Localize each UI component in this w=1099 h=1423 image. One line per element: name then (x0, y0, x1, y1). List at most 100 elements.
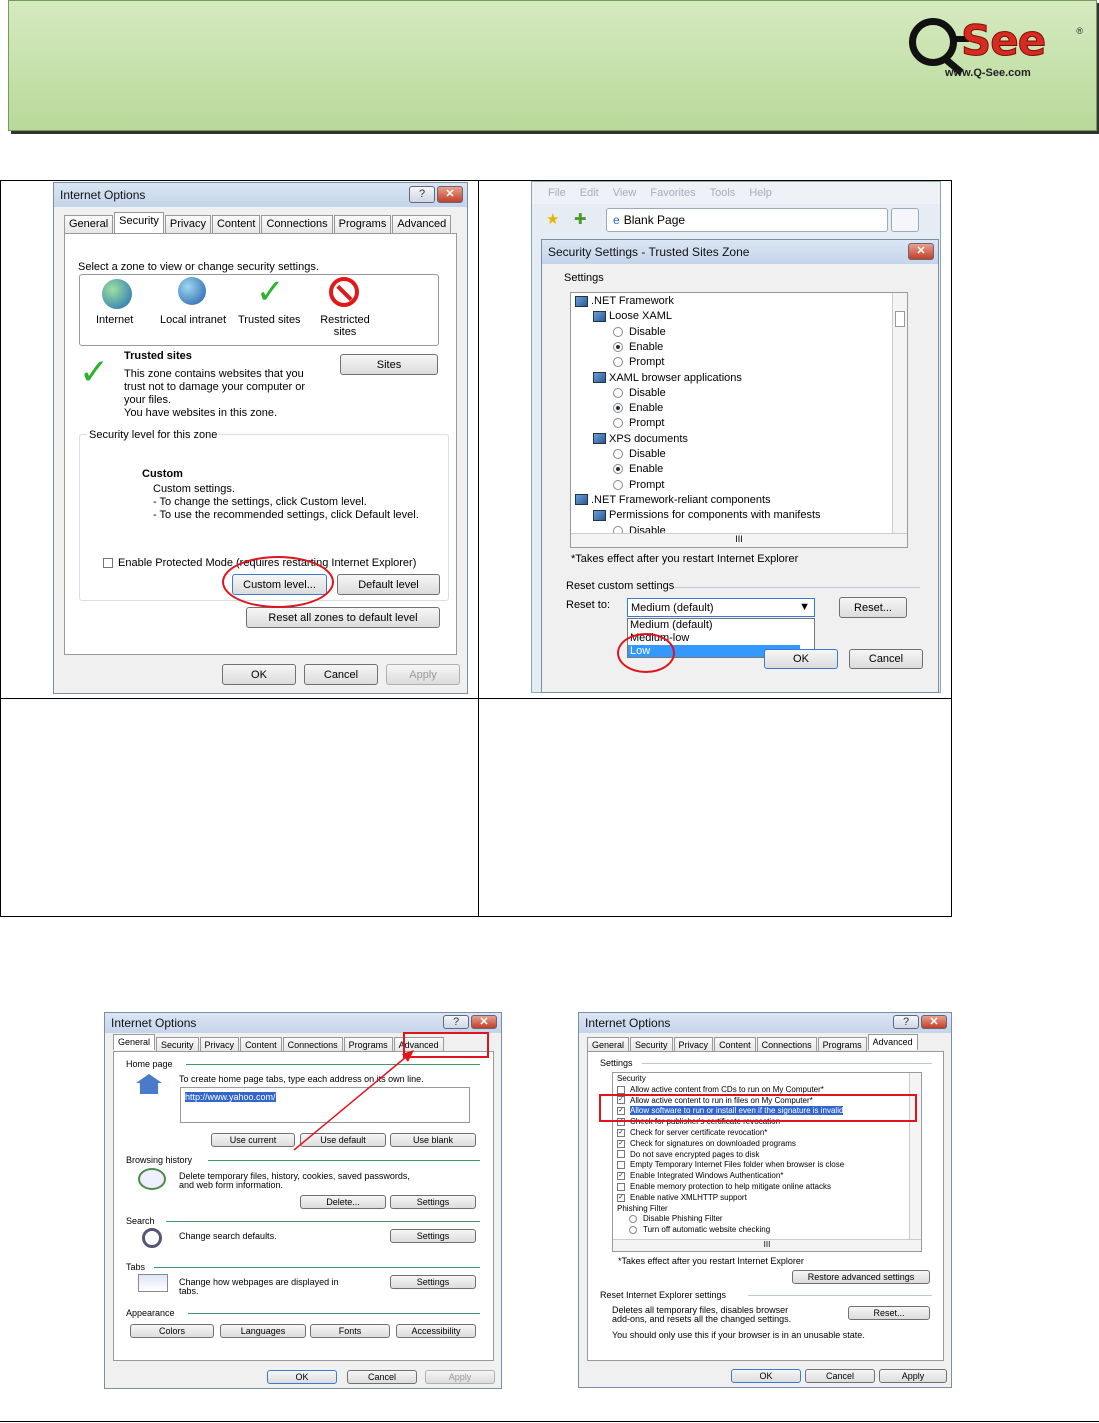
tab-privacy[interactable]: Privacy (164, 215, 211, 233)
help-icon[interactable]: ? (893, 1015, 919, 1029)
default-level-button[interactable]: Default level (337, 574, 440, 595)
zone-internet[interactable]: Internet (96, 314, 133, 326)
close-icon[interactable]: ✕ (437, 186, 463, 203)
new-tab-button[interactable] (891, 208, 919, 232)
close-icon[interactable]: ✕ (921, 1015, 947, 1029)
ok-button[interactable]: OK (764, 649, 838, 669)
scroll-thumb[interactable] (895, 311, 905, 327)
zone-trusted-sites[interactable]: Trusted sites (238, 314, 301, 326)
tab-privacy[interactable]: Privacy (199, 1037, 240, 1051)
colors-button[interactable]: Colors (130, 1324, 214, 1338)
setting-checkbox[interactable]: Enable memory protection to help mitigat… (617, 1182, 913, 1191)
vertical-scrollbar[interactable] (892, 293, 907, 533)
zone-local-intranet[interactable]: Local intranet (160, 314, 226, 326)
tab-general[interactable]: General (113, 1034, 156, 1050)
radio-option[interactable]: Prompt (613, 417, 664, 429)
menu-edit[interactable]: Edit (580, 187, 599, 204)
reset-level-select[interactable]: Medium (default) ▼ (627, 598, 815, 617)
tree-node[interactable]: XPS documents (593, 433, 688, 445)
cancel-button[interactable]: Cancel (347, 1370, 417, 1384)
settings-tree[interactable]: .NET Framework Loose XAML Disable Enable Pro… (570, 292, 908, 548)
close-icon[interactable]: ✕ (908, 243, 934, 260)
reset-ie-button[interactable]: Reset... (848, 1306, 930, 1320)
tab-general[interactable]: General (64, 215, 114, 233)
tab-general[interactable]: General (587, 1037, 630, 1051)
tab-content[interactable]: Content (240, 1037, 282, 1051)
ok-button[interactable]: OK (222, 664, 296, 685)
cancel-button[interactable]: Cancel (849, 649, 923, 669)
tab-advanced[interactable]: Advanced (392, 215, 452, 233)
menu-file[interactable]: File (548, 187, 566, 204)
setting-radio[interactable]: Turn off automatic website checking (629, 1225, 921, 1234)
radio-option[interactable]: Disable (613, 448, 666, 460)
restore-advanced-settings-button[interactable]: Restore advanced settings (792, 1270, 930, 1284)
settings-category[interactable]: Phishing Filter (617, 1204, 913, 1213)
zone-restricted-sites[interactable]: Restricted sites (319, 314, 371, 338)
apply-button[interactable]: Apply (425, 1370, 495, 1384)
radio-option[interactable]: Prompt (613, 479, 664, 491)
tab-connections[interactable]: Connections (261, 215, 333, 233)
setting-checkbox[interactable]: Empty Temporary Internet Files folder wh… (617, 1160, 913, 1169)
tab-security[interactable]: Security (156, 1037, 199, 1051)
cancel-button[interactable]: Cancel (304, 664, 378, 685)
horizontal-scrollbar[interactable]: III (613, 1239, 921, 1251)
radio-option[interactable]: Enable (613, 402, 663, 414)
radio-option[interactable]: Disable (613, 387, 666, 399)
zone-list[interactable]: Internet Local intranet ✓ Trusted sites … (79, 274, 439, 346)
tab-content[interactable]: Content (211, 215, 261, 233)
reset-all-zones-button[interactable]: Reset all zones to default level (246, 607, 440, 628)
tab-connections[interactable]: Connections (756, 1037, 817, 1051)
use-current-button[interactable]: Use current (211, 1133, 295, 1147)
search-settings-button[interactable]: Settings (390, 1229, 476, 1243)
apply-button[interactable]: Apply (386, 664, 460, 685)
tree-node[interactable]: Permissions for components with manifest… (593, 509, 821, 521)
help-icon[interactable]: ? (409, 186, 435, 203)
accessibility-button[interactable]: Accessibility (396, 1324, 476, 1338)
setting-checkbox[interactable]: Enable Integrated Windows Authentication… (617, 1171, 913, 1180)
delete-history-button[interactable]: Delete... (300, 1195, 386, 1209)
tab-security[interactable]: Security (114, 212, 164, 233)
setting-checkbox[interactable]: Enable native XMLHTTP support (617, 1193, 913, 1202)
cancel-button[interactable]: Cancel (805, 1369, 875, 1383)
tree-node[interactable]: .NET Framework (575, 295, 674, 307)
radio-option[interactable]: Enable (613, 341, 663, 353)
apply-button[interactable]: Apply (879, 1369, 947, 1383)
languages-button[interactable]: Languages (220, 1324, 306, 1338)
radio-option[interactable]: Prompt (613, 356, 664, 368)
menu-help[interactable]: Help (749, 187, 772, 204)
fonts-button[interactable]: Fonts (310, 1324, 390, 1338)
setting-checkbox[interactable]: Allow active content from CDs to run on … (617, 1085, 913, 1094)
close-icon[interactable]: ✕ (471, 1015, 497, 1029)
tree-node[interactable]: XAML browser applications (593, 372, 742, 384)
tree-node[interactable]: Loose XAML (593, 310, 672, 322)
setting-checkbox[interactable]: Check for server certificate revocation* (617, 1128, 913, 1137)
ok-button[interactable]: OK (731, 1369, 801, 1383)
tab-content[interactable]: Content (714, 1037, 756, 1051)
reset-button[interactable]: Reset... (839, 597, 907, 618)
tab-privacy[interactable]: Privacy (673, 1037, 714, 1051)
tab-security[interactable]: Security (630, 1037, 673, 1051)
setting-checkbox[interactable]: Check for signatures on downloaded progr… (617, 1139, 913, 1148)
radio-option[interactable]: Disable (613, 326, 666, 338)
dropdown-option[interactable]: Medium (default) (628, 619, 814, 632)
history-settings-button[interactable]: Settings (390, 1195, 476, 1209)
sites-button[interactable]: Sites (340, 354, 438, 375)
tree-node[interactable]: .NET Framework-reliant components (575, 494, 771, 506)
menu-favorites[interactable]: Favorites (650, 187, 695, 204)
browser-tab[interactable]: e Blank Page (606, 208, 888, 232)
tab-programs[interactable]: Programs (817, 1037, 867, 1051)
setting-checkbox[interactable]: Do not save encrypted pages to disk (617, 1150, 913, 1159)
help-icon[interactable]: ? (443, 1015, 469, 1029)
setting-radio[interactable]: Disable Phishing Filter (629, 1214, 921, 1223)
tab-programs[interactable]: Programs (333, 215, 392, 233)
radio-option[interactable]: Enable (613, 463, 663, 475)
favorites-star-icon[interactable]: ★ (546, 210, 559, 228)
ok-button[interactable]: OK (267, 1370, 337, 1384)
settings-category[interactable]: Security (617, 1074, 913, 1083)
menu-tools[interactable]: Tools (710, 187, 736, 204)
add-favorites-icon[interactable]: ✚ (574, 210, 587, 228)
tab-advanced[interactable]: Advanced (867, 1034, 918, 1050)
horizontal-scrollbar[interactable]: III (571, 533, 907, 547)
tabs-settings-button[interactable]: Settings (390, 1275, 476, 1289)
menu-view[interactable]: View (613, 187, 637, 204)
